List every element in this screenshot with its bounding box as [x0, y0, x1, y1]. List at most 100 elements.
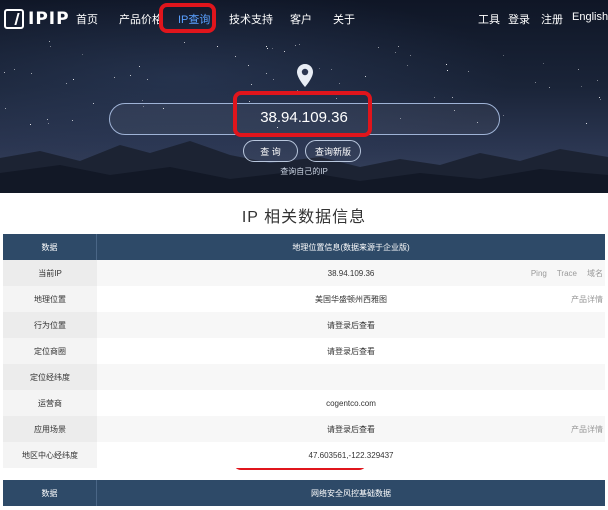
row-label: 地理位置 — [3, 286, 97, 312]
table-row: 应用场景 请登录后查看 产品详情 — [3, 416, 605, 442]
security-data-table: 数据 网络安全风控基础数据 — [3, 480, 605, 506]
ipip-logo-icon — [4, 9, 24, 29]
row-value: 38.94.109.36 — [327, 268, 375, 278]
row-action-link[interactable]: Ping — [531, 269, 547, 278]
star — [47, 119, 48, 120]
nav-item-tools[interactable]: 工具 — [478, 11, 500, 27]
table-row: 定位商圈 请登录后查看 — [3, 338, 605, 364]
row-value: 47.603561,-122.329437 — [308, 450, 394, 460]
star — [184, 42, 185, 43]
star — [468, 71, 469, 72]
star — [434, 97, 435, 98]
highlight-search-value — [233, 91, 372, 137]
table2-header-label: 数据 — [3, 480, 97, 506]
star — [31, 73, 32, 74]
table-row: 地理位置 美国华盛顿州西雅图 产品详情 — [3, 286, 605, 312]
nav-item-about[interactable]: 关于 — [333, 11, 355, 27]
row-value-cell — [97, 364, 605, 390]
query-new-version-button[interactable]: 查询新版 — [305, 140, 361, 162]
star — [395, 52, 396, 53]
star — [4, 72, 5, 73]
highlight-nav-ip-query — [159, 3, 216, 33]
row-actions: Ping Trace 域名 — [521, 268, 603, 279]
logo[interactable]: IPIP — [4, 8, 70, 30]
star — [339, 83, 340, 84]
star — [600, 99, 601, 100]
star — [235, 56, 236, 57]
row-value-cell: 请登录后查看 产品详情 — [97, 416, 605, 442]
star — [447, 70, 448, 71]
nav-item-login[interactable]: 登录 — [508, 11, 530, 27]
table-row: 运营商 cogentco.com — [3, 390, 605, 416]
table-header-row: 数据 地理位置信息(数据来源于企业版) — [3, 234, 605, 260]
star — [299, 44, 300, 45]
top-nav: IPIP 首页 产品价格 IP查询 技术支持 客户 关于 工具 登录 注册 En… — [0, 0, 608, 38]
row-value-cell: 47.603561,-122.329437 — [97, 442, 605, 468]
star — [66, 83, 67, 84]
row-action-link[interactable]: 产品详情 — [571, 425, 603, 434]
star — [266, 46, 267, 47]
table2-header-value: 网络安全风控基础数据 — [311, 488, 391, 498]
star — [266, 73, 267, 74]
row-value-cell: 请登录后查看 — [97, 338, 605, 364]
star — [597, 80, 598, 81]
query-self-ip-link[interactable]: 查询自己的IP — [0, 166, 608, 177]
row-value-cell: cogentco.com — [97, 390, 605, 416]
star — [543, 63, 544, 64]
nav-item-support[interactable]: 技术支持 — [229, 11, 273, 27]
star — [147, 79, 148, 80]
table-row: 行为位置 请登录后查看 — [3, 312, 605, 338]
row-value: 美国华盛顿州西雅图 — [315, 294, 387, 304]
star — [331, 69, 332, 70]
row-value: 请登录后查看 — [327, 424, 375, 434]
star — [503, 55, 504, 56]
brand-name: IPIP — [28, 9, 70, 29]
table-row: 当前IP 38.94.109.36 Ping Trace 域名 — [3, 260, 605, 286]
row-value: cogentco.com — [326, 398, 376, 408]
star — [49, 41, 50, 42]
row-actions: 产品详情 — [561, 424, 603, 435]
row-action-link[interactable]: 产品详情 — [571, 295, 603, 304]
row-action-link[interactable]: 域名 — [587, 269, 603, 278]
star — [5, 108, 6, 109]
table-row: 地区中心经纬度 47.603561,-122.329437 — [3, 442, 605, 468]
ip-info-table: 数据 地理位置信息(数据来源于企业版) 当前IP 38.94.109.36 Ping… — [3, 234, 605, 468]
star — [295, 45, 296, 46]
star — [82, 54, 83, 55]
row-label: 当前IP — [3, 260, 97, 286]
row-value-cell: 美国华盛顿州西雅图 产品详情 — [97, 286, 605, 312]
star — [535, 82, 536, 83]
nav-item-pricing[interactable]: 产品价格 — [119, 11, 163, 27]
star — [284, 51, 285, 52]
star — [73, 79, 74, 80]
row-actions: 产品详情 — [561, 294, 603, 305]
star — [398, 46, 399, 47]
nav-item-register[interactable]: 注册 — [541, 11, 563, 27]
query-button[interactable]: 查 询 — [243, 140, 298, 162]
star — [217, 46, 218, 47]
row-value-cell: 38.94.109.36 Ping Trace 域名 — [97, 260, 605, 286]
nav-item-home[interactable]: 首页 — [76, 11, 98, 27]
table-row: 定位经纬度 — [3, 364, 605, 390]
table-header-label: 数据 — [3, 234, 97, 260]
star — [581, 86, 582, 87]
row-label: 地区中心经纬度 — [3, 442, 97, 468]
section-title: IP 相关数据信息 — [241, 209, 367, 226]
star — [272, 48, 273, 49]
row-action-link[interactable]: Trace — [557, 269, 577, 278]
row-label: 应用场景 — [3, 416, 97, 442]
table-header-value: 地理位置信息(数据来源于企业版) — [292, 242, 410, 252]
star — [114, 77, 115, 78]
star — [142, 100, 143, 101]
star — [578, 69, 579, 70]
star — [50, 46, 51, 47]
row-value: 请登录后查看 — [327, 346, 375, 356]
star — [14, 69, 15, 70]
star — [93, 103, 94, 104]
row-label: 定位经纬度 — [3, 364, 97, 390]
nav-item-customers[interactable]: 客户 — [290, 11, 312, 27]
star — [72, 120, 73, 121]
star — [378, 47, 379, 48]
row-label: 定位商圈 — [3, 338, 97, 364]
nav-item-english[interactable]: English — [572, 11, 608, 23]
